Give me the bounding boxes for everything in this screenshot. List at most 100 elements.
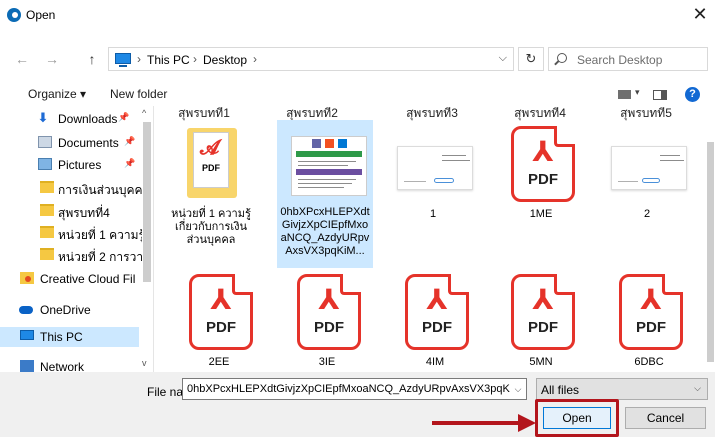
chevron-down-icon[interactable]: ⌵ — [499, 52, 507, 65]
back-button[interactable]: ← — [14, 50, 30, 68]
file-label: สุพรบทที่5 — [620, 106, 672, 120]
file-item-doc[interactable]: 2 — [599, 122, 695, 262]
sidebar-item-label: OneDrive — [40, 303, 91, 317]
organize-button[interactable]: Organize ▾ — [28, 87, 86, 101]
close-button[interactable]: ✕ — [685, 0, 715, 30]
scroll-up-icon[interactable]: ^ — [142, 108, 146, 118]
sidebar-item-pictures[interactable]: Pictures 📌 — [0, 155, 153, 175]
folder-icon — [40, 204, 54, 216]
file-label: สุพรบทที่3 — [406, 106, 458, 120]
sidebar-item-label: หน่วยที่ 2 การวางแผ — [58, 250, 142, 264]
sidebar-item-creative-cloud[interactable]: Creative Cloud Fil — [0, 269, 153, 289]
navigation-pane: ⬇ Downloads 📌 Documents 📌 Pictures 📌 การ… — [0, 106, 154, 372]
new-folder-button[interactable]: New folder — [110, 87, 167, 101]
file-item-doc[interactable]: 1 — [385, 122, 481, 262]
breadcrumb-separator: › — [193, 52, 197, 66]
document-preview — [397, 146, 473, 190]
file-list: สุพรบทที่1 สุพรบทที่2 สุพรบทที่3 สุพรบทท… — [155, 106, 706, 372]
file-name-value: 0hbXPcxHLEPXdtGivjzXpCIEpfMxoaNCQ_AzdyUR… — [187, 383, 527, 395]
this-pc-icon — [20, 330, 34, 340]
scroll-thumb[interactable] — [143, 122, 151, 282]
file-name-input[interactable]: 0hbXPcxHLEPXdtGivjzXpCIEpfMxoaNCQ_AzdyUR… — [182, 378, 527, 400]
file-list-scrollbar[interactable] — [706, 106, 715, 372]
pdf-icon: ⅄ PDF — [609, 270, 689, 352]
file-label: สุพรบทที่4 — [514, 106, 566, 120]
sidebar-item-downloads[interactable]: ⬇ Downloads 📌 — [0, 109, 153, 129]
document-preview — [611, 146, 687, 190]
sidebar-item-network[interactable]: Network — [0, 357, 153, 372]
sidebar-item-onedrive[interactable]: OneDrive — [0, 300, 153, 320]
file-type-value: All files — [541, 383, 580, 397]
pdf-icon: ⅄ PDF — [179, 270, 259, 352]
file-item-pdf[interactable]: ⅄ PDF 4IM — [387, 270, 483, 372]
file-label: สุพรบทที่1 — [178, 106, 230, 120]
sidebar-item-label: Network — [40, 360, 85, 372]
image-preview — [291, 136, 367, 196]
pdf-icon: ⅄ PDF — [501, 122, 581, 204]
file-name: 2 — [643, 208, 651, 220]
search-input[interactable]: Search Desktop — [548, 47, 708, 71]
pictures-icon — [38, 158, 52, 170]
title-bar: Open ✕ — [0, 0, 715, 30]
file-name: 6DBC — [634, 356, 664, 368]
file-name: 5MN — [529, 356, 553, 368]
file-item-folder[interactable]: 𝓐 PDF หน่วยที่ 1 ความรู้เกี่ยวกับการเงิน… — [163, 122, 259, 262]
file-name: 0hbXPcxHLEPXdtGivjzXpCIEpfMxoaNCQ_AzdyUR… — [280, 206, 370, 257]
scroll-thumb[interactable] — [707, 142, 714, 362]
preview-pane-icon[interactable] — [653, 90, 667, 100]
address-bar[interactable]: › This PC › Desktop › ⌵ — [108, 47, 514, 71]
sidebar-item-folder[interactable]: หน่วยที่ 2 การวางแผ — [0, 245, 153, 265]
help-icon[interactable]: ? — [685, 87, 700, 102]
pdf-icon: ⅄ PDF — [287, 270, 367, 352]
file-item-pdf[interactable]: ⅄ PDF 2EE — [171, 270, 267, 372]
breadcrumb-this-pc[interactable]: This PC — [147, 53, 190, 67]
download-icon: ⬇ — [37, 110, 49, 125]
sidebar-item-folder[interactable]: สุพรบทที่4 — [0, 201, 153, 221]
sidebar-item-folder[interactable]: หน่วยที่ 1 ความรู้เกี่ย — [0, 223, 153, 243]
scroll-down-icon[interactable]: v — [142, 358, 147, 368]
search-icon — [557, 53, 567, 63]
sidebar-item-this-pc[interactable]: This PC — [0, 327, 139, 347]
sidebar-item-label: This PC — [40, 330, 83, 344]
view-options-icon[interactable] — [618, 90, 631, 99]
pdf-icon: ⅄ PDF — [501, 270, 581, 352]
file-item-pdf[interactable]: ⅄ PDF 1ME — [493, 122, 589, 262]
doc-thumbnail — [607, 122, 687, 204]
folder-icon — [40, 181, 54, 193]
edge-app-icon — [7, 8, 21, 22]
file-name: 4IM — [425, 356, 445, 368]
breadcrumb-separator: › — [253, 52, 257, 66]
sidebar-item-label: การเงินส่วนบุคคล — [58, 183, 142, 197]
file-item-pdf[interactable]: ⅄ PDF 3IE — [279, 270, 375, 372]
sidebar-item-documents[interactable]: Documents 📌 — [0, 133, 153, 153]
sidebar-item-label: หน่วยที่ 1 ความรู้เกี่ย — [58, 228, 142, 242]
pin-icon: 📌 — [124, 136, 136, 146]
pdf-document-icon: 𝓐 PDF — [193, 132, 229, 188]
network-icon — [20, 360, 34, 372]
sidebar-scrollbar[interactable]: ^ v — [140, 106, 153, 372]
file-item-image[interactable]: 0hbXPcxHLEPXdtGivjzXpCIEpfMxoaNCQ_AzdyUR… — [277, 120, 373, 268]
chevron-down-icon[interactable]: ⌵ — [510, 379, 526, 399]
sidebar-item-folder[interactable]: การเงินส่วนบุคคล — [0, 178, 153, 198]
refresh-button[interactable]: ↻ — [518, 47, 544, 71]
file-item-pdf[interactable]: ⅄ PDF 6DBC — [601, 270, 697, 372]
forward-button[interactable]: → — [44, 50, 60, 68]
chevron-down-icon[interactable]: ▾ — [635, 87, 640, 98]
sidebar-item-label: Pictures — [58, 158, 102, 172]
search-placeholder: Search Desktop — [577, 53, 663, 67]
open-button[interactable]: Open — [543, 407, 611, 429]
folder-thumbnail: 𝓐 PDF — [171, 122, 251, 204]
cancel-button[interactable]: Cancel — [625, 407, 706, 429]
creative-cloud-icon — [20, 272, 34, 284]
breadcrumb-desktop[interactable]: Desktop — [203, 53, 247, 67]
file-item-pdf[interactable]: ⅄ PDF 5MN — [493, 270, 589, 372]
annotation-arrow — [432, 421, 522, 425]
pdf-file-icon: ⅄ PDF — [619, 274, 683, 350]
pdf-icon: ⅄ PDF — [395, 270, 475, 352]
sidebar-item-label: Creative Cloud Fil — [40, 272, 136, 286]
breadcrumb-separator: › — [137, 52, 141, 66]
up-button[interactable]: ↑ — [84, 50, 100, 68]
command-bar: Organize ▾ New folder ▾ ? — [0, 84, 715, 106]
file-type-select[interactable]: All files ⌵ — [536, 378, 708, 400]
chevron-down-icon: ⌵ — [694, 383, 701, 393]
